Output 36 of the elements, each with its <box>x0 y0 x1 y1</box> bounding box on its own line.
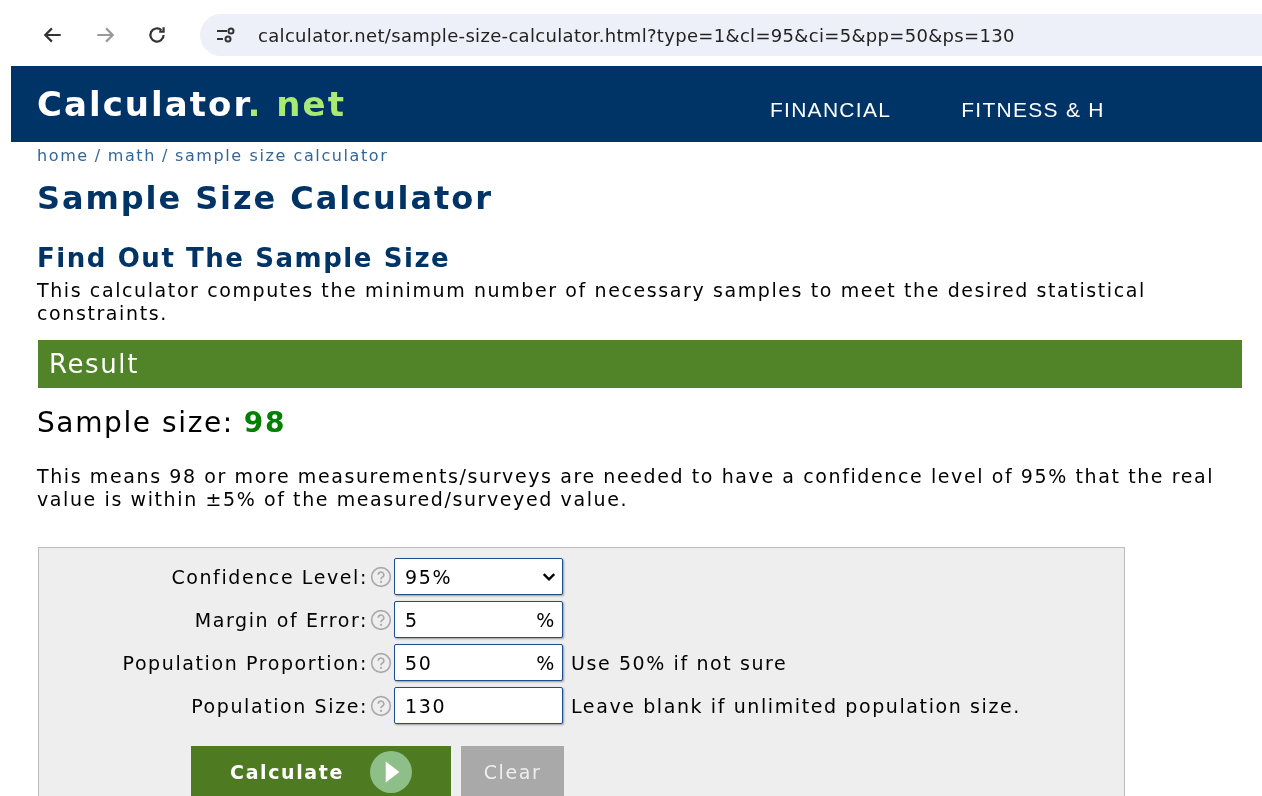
dropdown[interactable]: 95% <box>394 558 563 595</box>
breadcrumb-link[interactable]: sample size calculator <box>175 146 389 165</box>
input-field[interactable]: 5 % <box>394 601 563 638</box>
percent-unit: % <box>536 651 556 674</box>
chevron-down-icon <box>542 571 556 582</box>
reload-icon[interactable] <box>146 24 168 46</box>
breadcrumb-separator: / <box>162 146 169 165</box>
breadcrumb-link[interactable]: math <box>107 146 156 165</box>
result-value: 98 <box>243 406 286 439</box>
address-bar[interactable]: calculator.net/sample-size-calculator.html?type=1&cl=95&ci=5&pp=50&ps=130 <box>200 14 1262 56</box>
field-hint: Leave blank if unlimited population size. <box>571 694 1021 717</box>
intro-text: This calculator computes the minimum number of necessary samples to meet the desired statistical constraints. <box>37 279 1147 325</box>
input-field[interactable]: 50 % <box>394 644 563 681</box>
site-logo[interactable]: Calculator. net <box>37 84 346 124</box>
field-label: Confidence Level: <box>171 565 368 588</box>
help-icon[interactable] <box>370 694 392 717</box>
result-label: Sample size: <box>37 406 234 439</box>
field-label: Population Size: <box>191 694 368 717</box>
result-explanation: This means 98 or more measurements/surveys are needed to have a confidence level of 95% that the real value is within ±5% of the measured/surveyed value. <box>37 465 1216 511</box>
breadcrumb-link[interactable]: home <box>37 146 89 165</box>
result-heading: Result <box>38 340 1242 388</box>
field-hint: Use 50% if not sure <box>571 651 788 674</box>
calculate-button[interactable]: Calculate <box>191 746 451 796</box>
nav-link[interactable]: FITNESS & H <box>961 98 1105 122</box>
field-label: Population Proportion: <box>122 651 368 674</box>
help-icon[interactable] <box>370 608 392 631</box>
help-icon[interactable] <box>370 651 392 674</box>
play-icon <box>369 750 412 793</box>
section-heading: Find Out The Sample Size <box>37 243 452 273</box>
nav-link[interactable]: FINANCIAL <box>769 98 892 122</box>
breadcrumb-separator: / <box>94 146 102 165</box>
field-label: Margin of Error: <box>194 608 368 631</box>
percent-unit: % <box>536 608 556 631</box>
input-field[interactable]: 130 <box>394 687 563 724</box>
page-title: Sample Size Calculator <box>37 179 494 217</box>
help-icon[interactable] <box>370 565 392 588</box>
